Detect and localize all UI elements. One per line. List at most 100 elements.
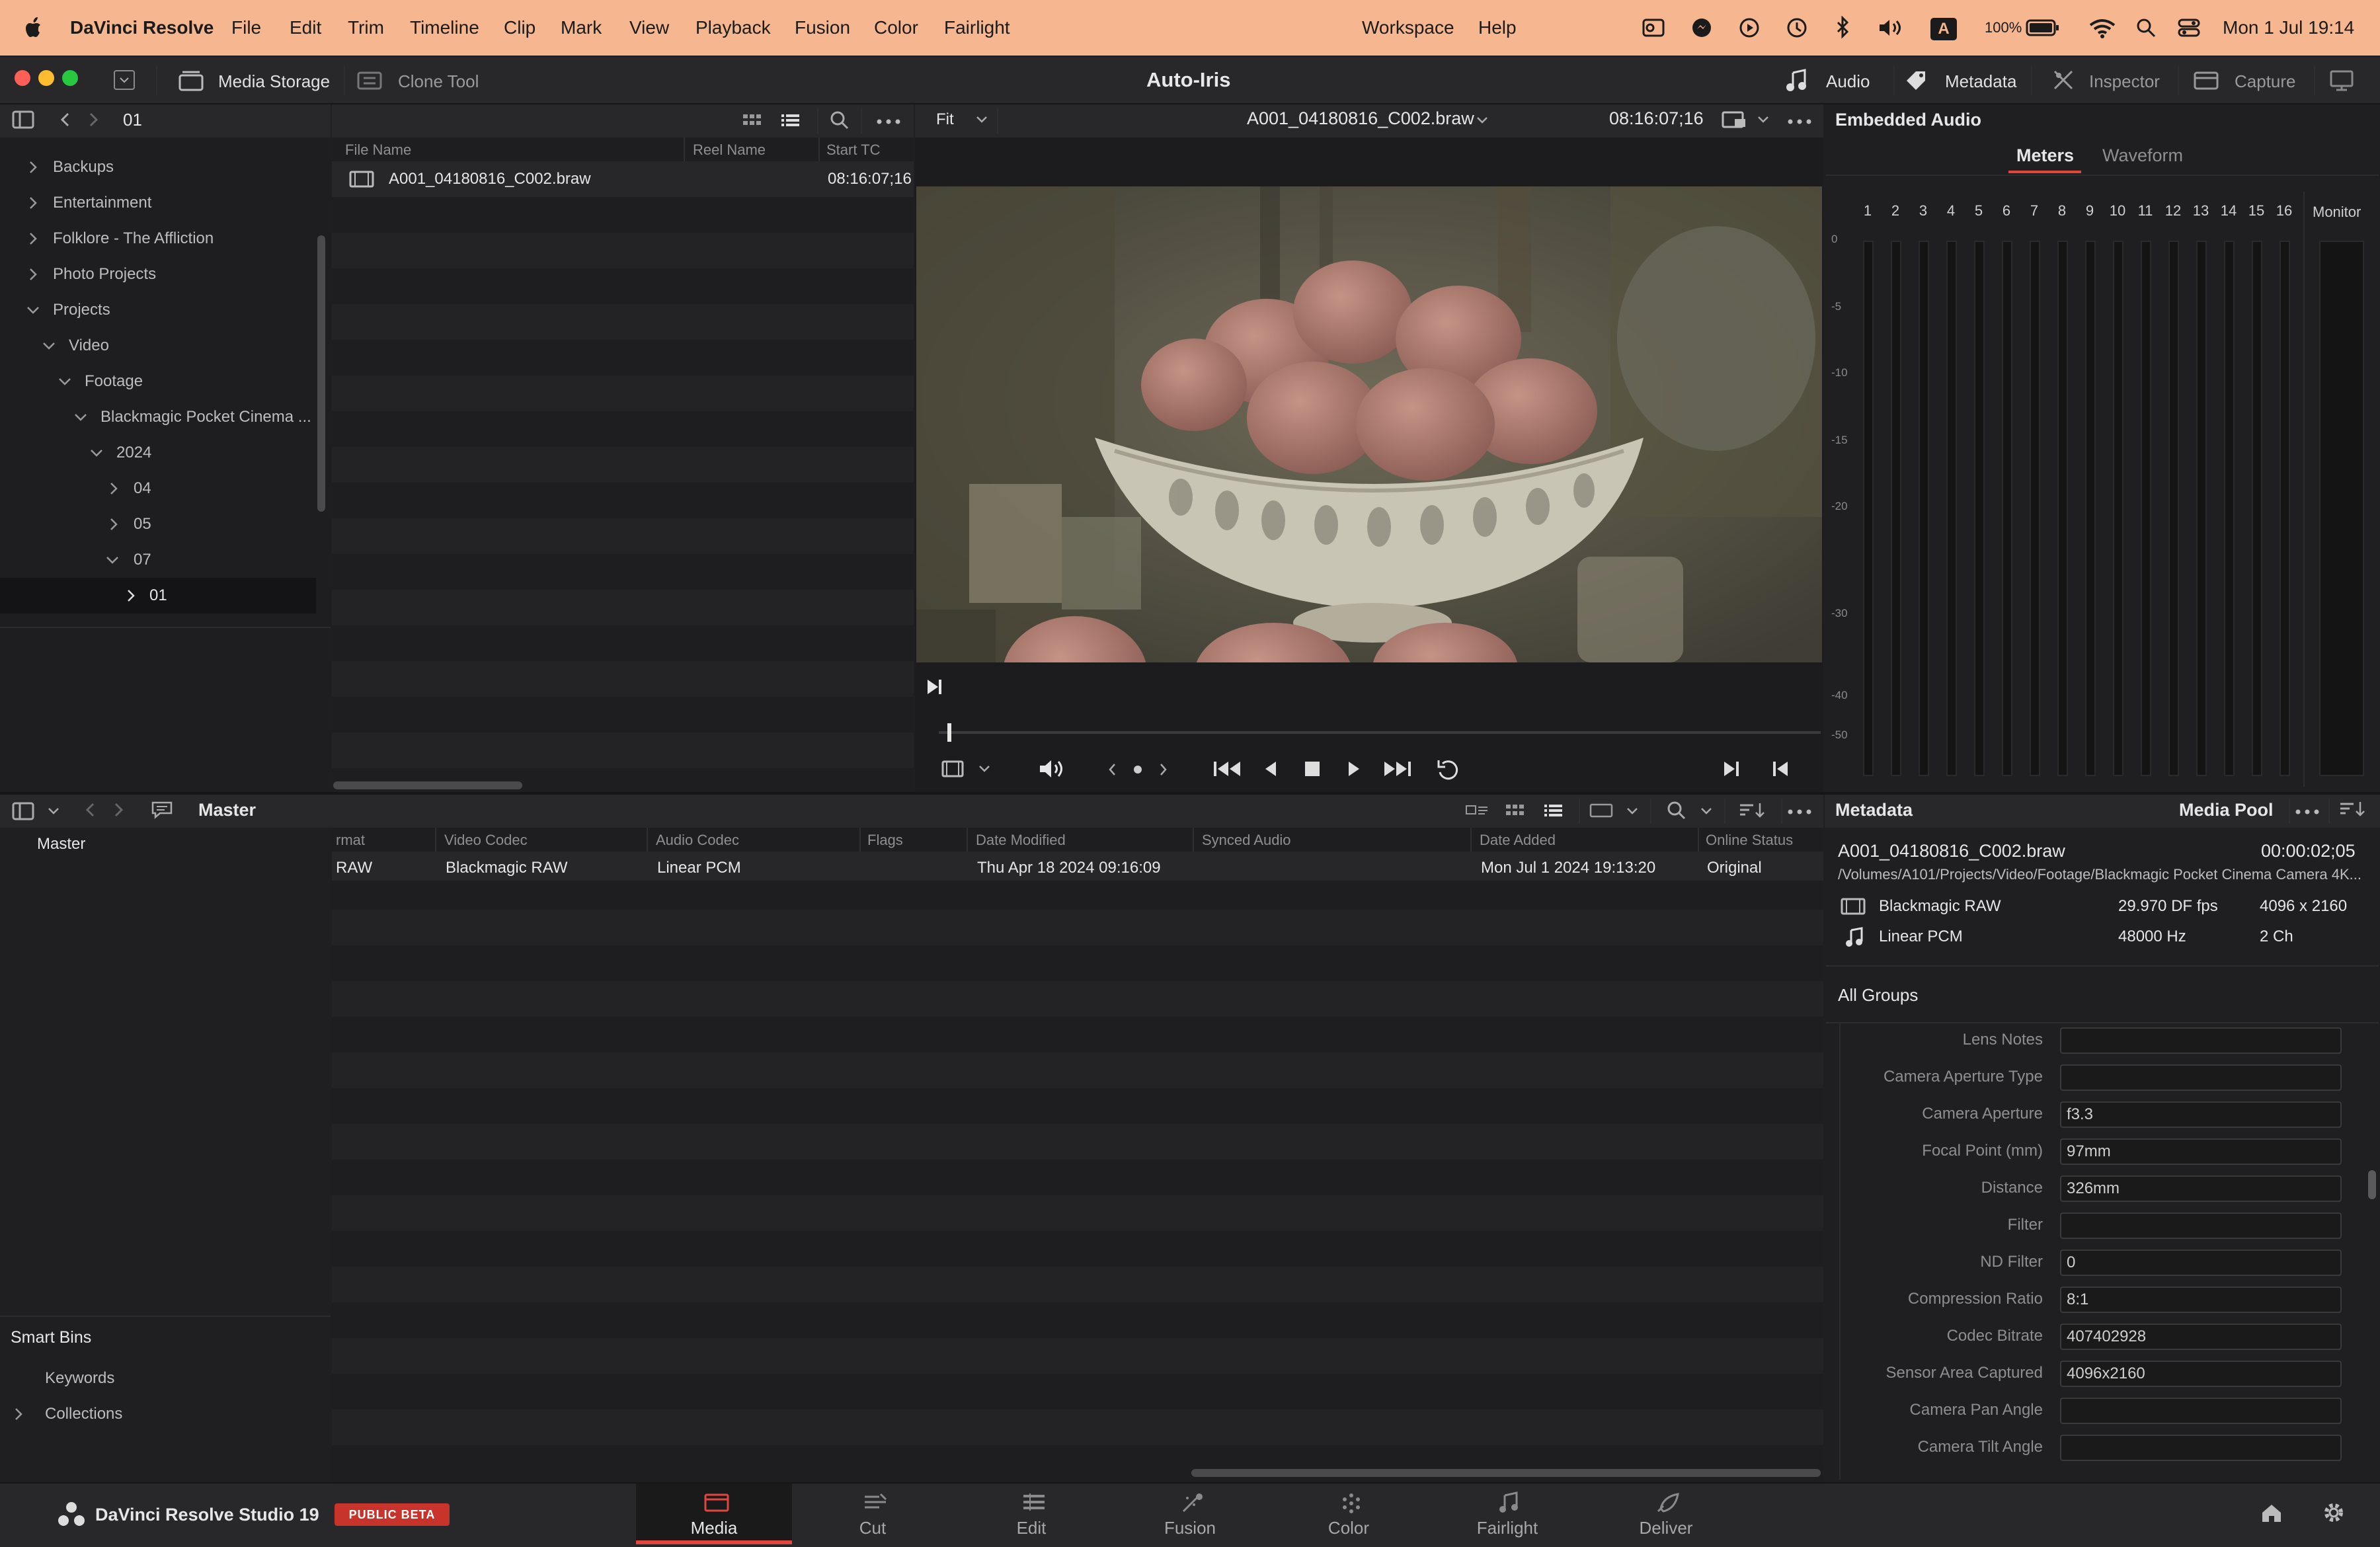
tab-waveform[interactable]: Waveform (2102, 145, 2183, 165)
viewer-options-icon[interactable] (941, 759, 968, 779)
play-circle-icon[interactable] (1739, 0, 1760, 56)
search-icon[interactable] (1666, 800, 1687, 820)
menu-color[interactable]: Color (874, 0, 918, 56)
menu-view[interactable]: View (629, 0, 669, 56)
field-lens-notes[interactable] (2060, 1027, 2342, 1054)
stop-icon[interactable] (1304, 760, 1321, 777)
field-aperture-type[interactable] (2060, 1064, 2342, 1091)
media-storage-button[interactable]: Media Storage (218, 71, 330, 91)
tree-item-05[interactable]: 05 (134, 514, 151, 534)
field-filter[interactable] (2060, 1212, 2342, 1239)
comment-icon[interactable] (151, 800, 173, 820)
back-arrow-icon[interactable] (58, 111, 73, 128)
tree-item-bmpcc[interactable]: Blackmagic Pocket Cinema ... (100, 407, 311, 427)
capture-panel-button[interactable]: Capture (2235, 71, 2296, 91)
sort-icon[interactable] (1739, 801, 1765, 820)
viewer-scrubber-track[interactable] (939, 723, 1821, 742)
go-to-start-icon[interactable] (1212, 759, 1242, 779)
chevron-right-icon[interactable] (124, 586, 138, 606)
viewer-clip-name[interactable]: A001_04180816_C002.braw (1247, 108, 1474, 128)
tree-item-projects[interactable]: Projects (53, 300, 110, 320)
tree-item-entertainment[interactable]: Entertainment (53, 193, 151, 213)
tree-item-07[interactable]: 07 (134, 550, 151, 570)
chevron-right-icon[interactable] (26, 264, 40, 284)
file-row-name[interactable]: A001_04180816_C002.braw (389, 169, 591, 189)
page-tab-fairlight[interactable]: Fairlight (1435, 1486, 1580, 1542)
spotlight-search-icon[interactable] (2135, 0, 2157, 56)
menu-clock[interactable]: Mon 1 Jul 19:14 (2223, 0, 2354, 56)
chevron-right-icon[interactable] (107, 479, 120, 498)
loop-icon[interactable] (1435, 758, 1462, 780)
display-icon[interactable] (2330, 70, 2354, 91)
list-view-icon[interactable] (780, 111, 801, 130)
metadata-more-icon[interactable] (2295, 809, 2319, 814)
page-tab-fusion[interactable]: Fusion (1117, 1486, 1263, 1542)
col-header-flags[interactable]: Flags (867, 830, 903, 850)
col-header-file-name[interactable]: File Name (345, 140, 411, 160)
chevron-down-icon[interactable] (46, 804, 61, 818)
forward-arrow-icon[interactable] (111, 801, 126, 818)
menu-playback[interactable]: Playback (695, 0, 771, 56)
close-window-button[interactable] (15, 70, 30, 86)
home-icon[interactable] (2260, 1502, 2283, 1525)
go-to-end-icon[interactable] (1383, 759, 1412, 779)
cell-online-status[interactable]: Original (1707, 858, 1762, 878)
viewer-playhead[interactable] (947, 723, 952, 742)
field-distance[interactable]: 326mm (2060, 1175, 2342, 1202)
tree-item-folklore[interactable]: Folklore - The Affliction (53, 229, 214, 249)
input-source-indicator[interactable]: A (1930, 0, 1957, 56)
col-header-online-status[interactable]: Online Status (1706, 830, 1793, 850)
page-tab-media[interactable]: Media (641, 1486, 787, 1542)
cell-date-modified[interactable]: Thu Apr 18 2024 09:16:09 (977, 858, 1161, 878)
viewer-zoom-select[interactable]: Fit (936, 110, 954, 130)
tab-meters[interactable]: Meters (2016, 145, 2074, 165)
tree-item-01-selected[interactable]: 01 (149, 586, 167, 606)
zoom-window-button[interactable] (62, 70, 78, 86)
volume-icon[interactable] (1878, 0, 1904, 56)
col-header-reel-name[interactable]: Reel Name (693, 140, 766, 160)
tree-item-04[interactable]: 04 (134, 479, 151, 498)
time-machine-icon[interactable] (1786, 0, 1807, 56)
clip-table-scrollbar[interactable] (1191, 1469, 1821, 1477)
menu-timeline[interactable]: Timeline (410, 0, 479, 56)
chevron-down-icon[interactable] (977, 762, 992, 776)
bin-master[interactable]: Master (37, 834, 85, 854)
field-camera-aperture[interactable]: f3.3 (2060, 1101, 2342, 1128)
bin-list-toggle-icon[interactable] (12, 801, 34, 821)
field-compression-ratio[interactable]: 8:1 (2060, 1287, 2342, 1313)
messenger-icon[interactable] (1691, 0, 1712, 56)
menu-trim[interactable]: Trim (348, 0, 384, 56)
smart-bin-keywords[interactable]: Keywords (45, 1368, 114, 1388)
col-header-audio-codec[interactable]: Audio Codec (656, 830, 739, 850)
grid-view-icon[interactable] (742, 111, 763, 130)
outlook-icon[interactable] (1642, 0, 1665, 56)
storage-tree-scrollbar[interactable] (317, 235, 325, 512)
chevron-down-icon[interactable] (73, 407, 89, 427)
sidebar-toggle-icon[interactable] (12, 110, 34, 130)
grid-view-icon[interactable] (1505, 801, 1526, 820)
clone-tool-button[interactable]: Clone Tool (398, 71, 479, 91)
page-tab-edit[interactable]: Edit (959, 1486, 1104, 1542)
tree-item-photo-projects[interactable]: Photo Projects (53, 264, 156, 284)
cell-date-added[interactable]: Mon Jul 1 2024 19:13:20 (1481, 858, 1655, 878)
chevron-right-icon[interactable] (26, 157, 40, 177)
field-pan-angle[interactable] (2060, 1398, 2342, 1424)
chevron-down-icon[interactable] (89, 443, 104, 463)
page-tab-color[interactable]: Color (1276, 1486, 1421, 1542)
chevron-down-icon[interactable] (1625, 804, 1640, 818)
chevron-down-icon[interactable] (1699, 804, 1714, 818)
cell-format[interactable]: RAW (336, 858, 372, 878)
go-to-end-frame-icon[interactable] (926, 677, 943, 697)
clone-tool-icon[interactable] (357, 70, 382, 91)
viewer-mode-icon[interactable] (1722, 110, 1748, 130)
smart-bin-collections[interactable]: Collections (45, 1404, 122, 1424)
chevron-down-icon[interactable] (1476, 114, 1489, 127)
thumbnail-view-icon[interactable] (1465, 803, 1489, 820)
tree-item-2024[interactable]: 2024 (116, 443, 151, 463)
wifi-icon[interactable] (2089, 0, 2116, 56)
menu-fairlight[interactable]: Fairlight (944, 0, 1010, 56)
viewer-size-icon[interactable] (1589, 803, 1613, 818)
play-reverse-icon[interactable] (1263, 759, 1279, 779)
chevron-right-icon[interactable] (26, 193, 40, 213)
metadata-source[interactable]: Media Pool (2179, 800, 2274, 820)
